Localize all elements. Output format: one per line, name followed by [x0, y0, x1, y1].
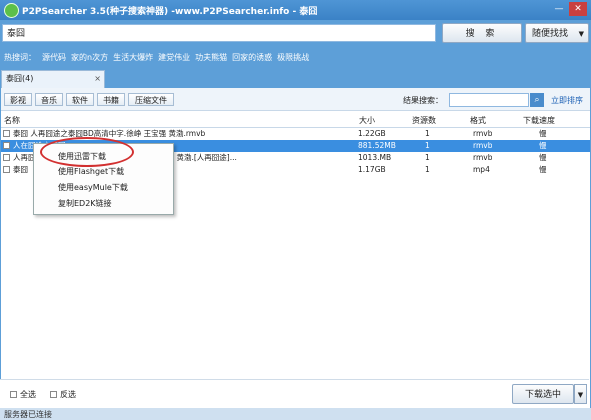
download-selected-button[interactable]: 下载选中: [512, 384, 574, 404]
row-checkbox[interactable]: [3, 142, 10, 149]
row-size: 1.17GB: [358, 165, 386, 174]
column-header-name[interactable]: 名称: [4, 115, 20, 126]
close-tab-icon[interactable]: ×: [94, 71, 101, 87]
highlight-annotation: [40, 137, 134, 167]
menu-item-copy-ed2k[interactable]: 复制ED2K链接: [58, 198, 112, 209]
close-button[interactable]: ✕: [569, 2, 587, 16]
row-sources: 1: [425, 141, 430, 150]
menu-item-easymule-download[interactable]: 使用easyMule下载: [58, 182, 128, 193]
search-bar: 泰囧 搜 索 随便找找 ▼: [0, 20, 591, 48]
row-format: rmvb: [473, 129, 493, 138]
row-size: 881.52MB: [358, 141, 396, 150]
search-input[interactable]: 泰囧: [2, 24, 436, 42]
row-sources: 1: [425, 153, 430, 162]
row-speed: 慢: [539, 129, 547, 138]
result-search-label: 结果搜索：: [403, 96, 443, 105]
row-size: 1013.MB: [358, 153, 392, 162]
filter-bar: 影视 音乐 软件 书籍 压缩文件 结果搜索： ⌕ 立即排序: [1, 88, 590, 111]
hot-word-link[interactable]: 生活大爆炸: [113, 52, 153, 63]
random-search-dropdown[interactable]: 随便找找 ▼: [525, 23, 589, 43]
select-all-checkbox[interactable]: 全选: [10, 389, 36, 400]
hot-words-label: 热搜词：: [4, 53, 36, 62]
row-format: rmvb: [473, 141, 493, 150]
row-checkbox[interactable]: [3, 130, 10, 137]
column-header-size[interactable]: 大小: [359, 115, 375, 126]
chevron-down-icon[interactable]: ▼: [574, 384, 587, 404]
hot-word-link[interactable]: 建党伟业: [158, 52, 190, 63]
row-sources: 1: [425, 165, 430, 174]
row-speed: 慢: [539, 141, 547, 150]
row-size: 1.22GB: [358, 129, 386, 138]
row-speed: 慢: [539, 165, 547, 174]
invert-selection-label: 反选: [60, 390, 76, 399]
filter-video-button[interactable]: 影视: [4, 93, 32, 106]
checkbox-box: [50, 391, 57, 398]
dropdown-label: 随便找找: [532, 29, 569, 39]
column-header-speed[interactable]: 下载速度: [523, 115, 555, 126]
filter-software-button[interactable]: 软件: [66, 93, 94, 106]
row-speed: 慢: [539, 153, 547, 162]
minimize-button[interactable]: —: [551, 2, 567, 16]
search-icon[interactable]: ⌕: [530, 93, 544, 107]
row-format: mp4: [473, 165, 490, 174]
app-logo-icon: [4, 3, 19, 18]
tab-label: 泰囧(4): [6, 74, 34, 83]
filter-music-button[interactable]: 音乐: [35, 93, 63, 106]
status-bar: 服务器已连接: [0, 408, 591, 420]
checkbox-box: [10, 391, 17, 398]
menu-item-flashget-download[interactable]: 使用Flashget下载: [58, 166, 124, 177]
table-header: 名称 大小 资源数 格式 下载速度: [1, 113, 590, 128]
filter-archives-button[interactable]: 压缩文件: [128, 93, 174, 106]
filter-books-button[interactable]: 书籍: [97, 93, 125, 106]
hot-word-link[interactable]: 回家的诱惑: [232, 52, 272, 63]
result-search-input[interactable]: [449, 93, 529, 107]
bottom-bar: 全选 反选 下载选中 ▼: [0, 379, 589, 408]
status-text: 服务器已连接: [4, 410, 52, 419]
window-title: P2PSearcher 3.5(种子搜索神器) -www.P2PSearcher…: [22, 7, 318, 17]
tab-bar: 泰囧(4) ×: [0, 66, 591, 88]
chevron-down-icon: ▼: [578, 30, 584, 38]
row-checkbox[interactable]: [3, 166, 10, 173]
hot-word-link[interactable]: 极限挑战: [277, 52, 309, 63]
hot-words-bar: 热搜词： 源代码 家的n次方 生活大爆炸 建党伟业 功夫熊猫 回家的诱惑 极限挑…: [0, 48, 591, 66]
search-button[interactable]: 搜 索: [442, 23, 522, 43]
row-format: rmvb: [473, 153, 493, 162]
hot-word-link[interactable]: 源代码: [42, 52, 66, 63]
column-header-sources[interactable]: 资源数: [412, 115, 436, 126]
row-checkbox[interactable]: [3, 154, 10, 161]
title-bar: P2PSearcher 3.5(种子搜索神器) -www.P2PSearcher…: [0, 0, 591, 20]
sort-now-link[interactable]: 立即排序: [551, 95, 583, 106]
hot-word-link[interactable]: 功夫熊猫: [195, 52, 227, 63]
row-sources: 1: [425, 129, 430, 138]
select-all-label: 全选: [20, 390, 36, 399]
column-header-format[interactable]: 格式: [470, 115, 486, 126]
tab-search-results[interactable]: 泰囧(4) ×: [1, 70, 105, 88]
invert-selection-checkbox[interactable]: 反选: [50, 389, 76, 400]
hot-word-link[interactable]: 家的n次方: [71, 52, 108, 63]
